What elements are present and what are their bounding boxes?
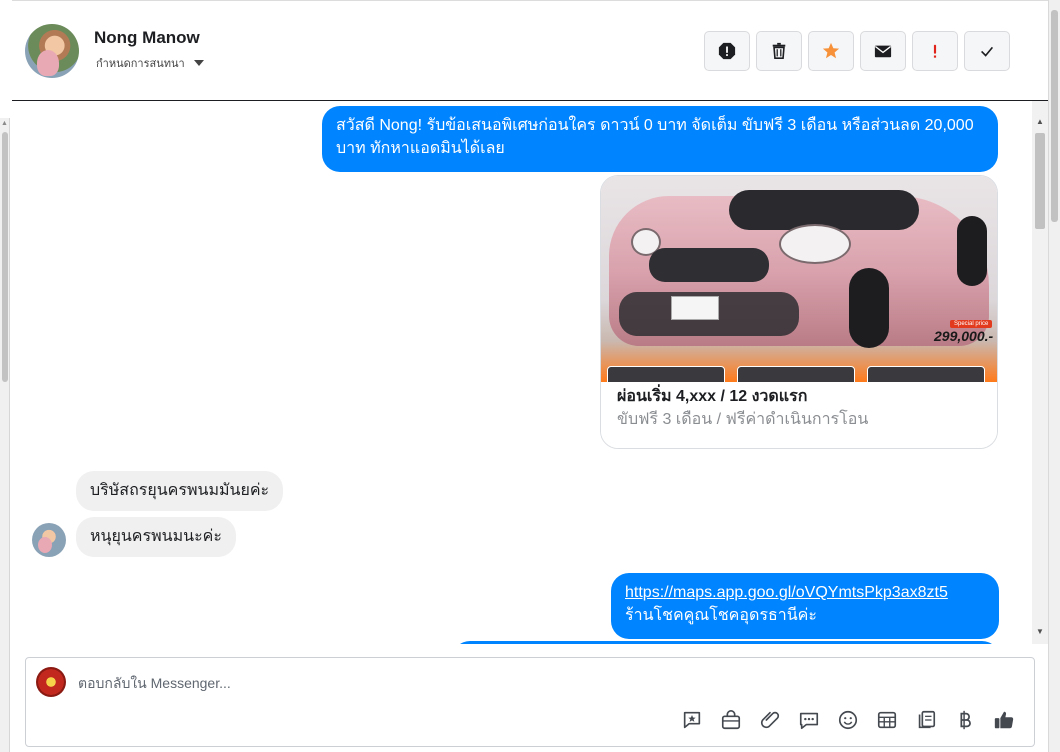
incoming-message[interactable]: หนุยุนครพนมนะค่ะ — [76, 517, 236, 557]
sender-avatar[interactable] — [32, 523, 66, 557]
messenger-inbox: ▲ Nong Manow กำหนดการสนทนา สวัสดี Nong! … — [0, 0, 1060, 752]
car-image[interactable]: Special price 299,000.- — [601, 176, 997, 382]
page-avatar — [36, 667, 66, 697]
card-caption: ผ่อนเริ่ม 4,xxx / 12 งวดแรก ขับฟรี 3 เดื… — [601, 382, 997, 448]
page-scrollbar[interactable] — [1048, 0, 1060, 752]
emoji-icon[interactable] — [836, 708, 860, 732]
report-icon — [718, 42, 736, 60]
contact-name[interactable]: Nong Manow — [94, 28, 200, 48]
like-icon[interactable] — [992, 708, 1016, 732]
left-scroll-thumb[interactable] — [2, 132, 8, 382]
star-icon — [822, 42, 840, 59]
incoming-message[interactable]: บริษัสถรยุนครพนมมันยค่ะ — [76, 471, 284, 511]
outgoing-message-partial[interactable] — [452, 641, 1000, 644]
contact-avatar[interactable] — [25, 24, 79, 78]
card-title: ผ่อนเริ่ม 4,xxx / 12 งวดแรก — [617, 388, 808, 405]
follow-up-button[interactable] — [912, 31, 958, 71]
outgoing-message[interactable]: สวัสดี Nong! รับข้อเสนอพิเศษก่อนใคร ดาวน… — [322, 106, 998, 172]
composer-toolbar — [680, 708, 1016, 732]
quick-reply-icon[interactable] — [797, 708, 821, 732]
star-button[interactable] — [808, 31, 854, 71]
shop-icon[interactable] — [719, 708, 743, 732]
check-icon — [981, 46, 994, 57]
report-button[interactable] — [704, 31, 750, 71]
assign-conversation-dropdown[interactable]: กำหนดการสนทนา — [96, 54, 204, 72]
thread-scrollbar[interactable]: ▲ ▼ — [1032, 101, 1048, 644]
thread-scroll-thumb[interactable] — [1035, 133, 1045, 229]
thumbnail-strip — [607, 366, 985, 382]
delete-button[interactable] — [756, 31, 802, 71]
exclamation-icon — [933, 44, 937, 58]
conversation-header: Nong Manow กำหนดการสนทนา — [12, 0, 1048, 101]
scroll-down-icon[interactable]: ▼ — [1036, 627, 1044, 636]
header-divider — [12, 0, 1048, 4]
reply-input[interactable] — [78, 672, 678, 694]
envelope-icon — [874, 45, 892, 58]
reply-composer — [25, 657, 1035, 747]
table-icon[interactable] — [875, 708, 899, 732]
message-text: ร้านโชคคูณโชคอุดรธานีค่ะ — [625, 607, 817, 624]
page-scroll-thumb[interactable] — [1051, 10, 1058, 222]
product-card[interactable]: Special price 299,000.- ผ่อนเริ่ม 4,xxx … — [600, 175, 998, 449]
message-thread[interactable]: สวัสดี Nong! รับข้อเสนอพิเศษก่อนใคร ดาวน… — [12, 101, 1032, 644]
outgoing-message[interactable]: https://maps.app.goo.gl/oVQYmtsPkp3ax8zt… — [611, 573, 999, 639]
price-label: 299,000.- — [934, 328, 994, 344]
trash-icon — [772, 42, 786, 60]
left-scrollbar[interactable]: ▲ — [0, 118, 10, 752]
scroll-up-icon[interactable]: ▲ — [1036, 117, 1044, 126]
caret-down-icon — [193, 60, 204, 66]
card-subtitle: ขับฟรี 3 เดือน / ฟรีค่าดำเนินการโอน — [617, 411, 869, 428]
catalog-icon[interactable] — [914, 708, 938, 732]
mark-done-button[interactable] — [964, 31, 1010, 71]
mark-unread-button[interactable] — [860, 31, 906, 71]
action-toolbar — [704, 31, 1010, 71]
scroll-up-icon[interactable]: ▲ — [1, 120, 8, 127]
assign-label: กำหนดการสนทนา — [96, 58, 185, 70]
special-price-badge: Special price — [950, 320, 993, 328]
baht-icon[interactable] — [953, 708, 977, 732]
saved-reply-icon[interactable] — [680, 708, 704, 732]
map-link[interactable]: https://maps.app.goo.gl/oVQYmtsPkp3ax8zt… — [625, 581, 985, 604]
attachment-icon[interactable] — [758, 708, 782, 732]
